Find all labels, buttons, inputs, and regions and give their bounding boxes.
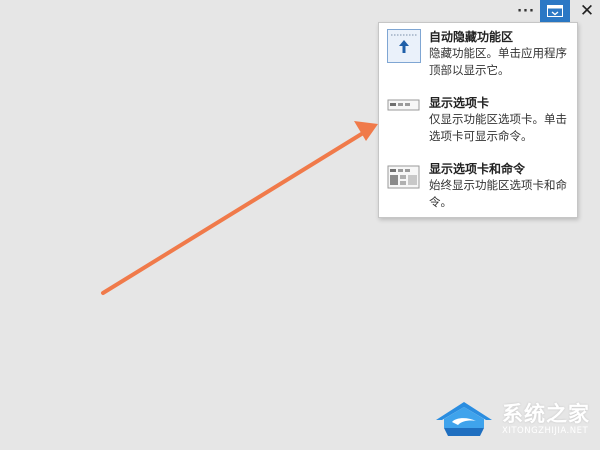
show-tabs-icon (387, 95, 421, 129)
menu-item-description: 隐藏功能区。单击应用程序顶部以显示它。 (429, 46, 567, 77)
close-icon: ✕ (579, 1, 595, 21)
menu-item-title: 显示选项卡和命令 (429, 162, 526, 176)
menu-item-description: 仅显示功能区选项卡。单击选项卡可显示命令。 (429, 112, 567, 143)
more-options-button[interactable]: ··· (512, 0, 540, 22)
menu-item-auto-hide-ribbon[interactable]: 自动隐藏功能区 隐藏功能区。单击应用程序顶部以显示它。 (379, 24, 577, 86)
watermark-brand: 系统之家 (502, 402, 590, 426)
ribbon-display-options-icon (547, 5, 563, 17)
menu-item-title: 显示选项卡 (429, 96, 490, 110)
show-tabs-and-commands-icon (387, 161, 421, 195)
ribbon-display-options-button[interactable] (540, 0, 570, 22)
menu-item-description: 始终显示功能区选项卡和命令。 (429, 178, 567, 209)
house-logo-icon (436, 402, 492, 436)
ribbon-display-options-menu: 自动隐藏功能区 隐藏功能区。单击应用程序顶部以显示它。 显示选项卡 仅显示功能区… (378, 22, 578, 218)
more-icon: ··· (517, 3, 535, 19)
menu-item-show-tabs-and-commands[interactable]: 显示选项卡和命令 始终显示功能区选项卡和命令。 (379, 156, 577, 216)
menu-item-show-tabs[interactable]: 显示选项卡 仅显示功能区选项卡。单击选项卡可显示命令。 (379, 90, 577, 152)
window-controls: ··· ✕ (512, 0, 600, 22)
menu-item-title: 自动隐藏功能区 (429, 30, 514, 44)
auto-hide-ribbon-icon (387, 29, 421, 63)
watermark: 系统之家 XITONGZHIJIA.NET (432, 398, 600, 450)
watermark-url: XITONGZHIJIA.NET (502, 426, 589, 436)
close-button[interactable]: ✕ (574, 0, 600, 22)
